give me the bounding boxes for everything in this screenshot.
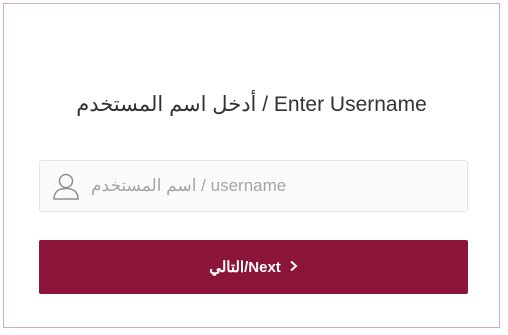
next-button-label: التالي/Next — [209, 259, 281, 276]
user-icon — [50, 170, 82, 202]
page-title: أدخل اسم المستخدم / Enter Username — [76, 93, 427, 116]
next-button[interactable]: التالي/Next — [39, 240, 468, 294]
login-card: أدخل اسم المستخدم / Enter Username التال… — [3, 3, 500, 328]
username-field[interactable] — [39, 160, 468, 212]
username-input[interactable] — [91, 176, 451, 196]
chevron-right-icon — [289, 260, 298, 275]
